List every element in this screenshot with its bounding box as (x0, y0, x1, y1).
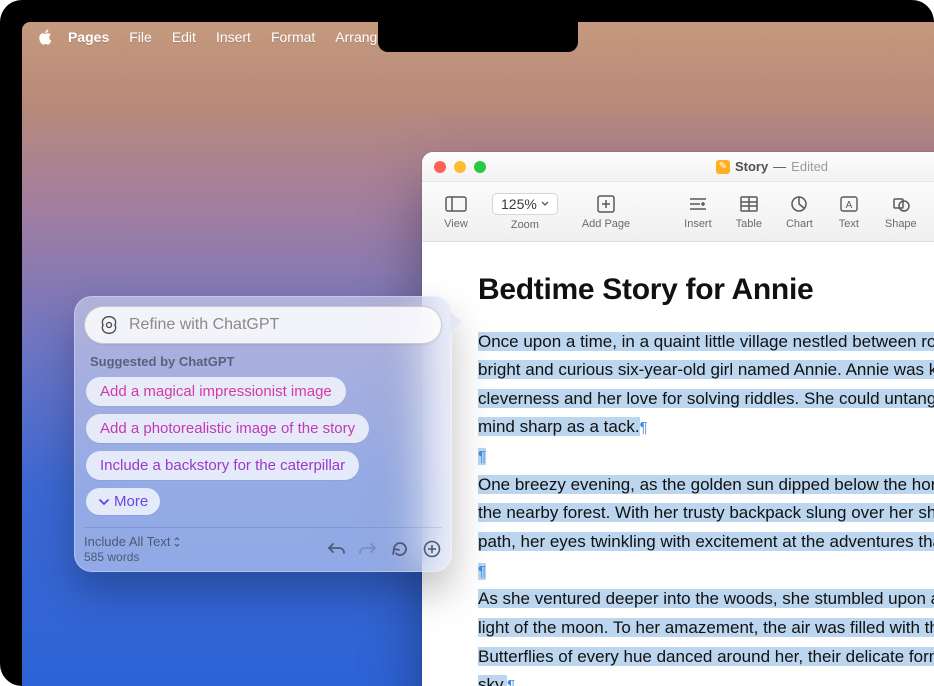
desktop: Pages File Edit Insert Format Arrange Vi… (22, 22, 934, 686)
menu-edit[interactable]: Edit (162, 29, 206, 45)
plus-square-icon (594, 194, 618, 214)
edited-status: Edited (791, 159, 828, 174)
para-text: As she ventured deeper into the woods, s… (478, 589, 934, 608)
toolbar-zoom[interactable]: 125% Zoom (480, 193, 570, 231)
undo-button[interactable] (326, 539, 346, 559)
pilcrow-icon: ¶ (478, 563, 486, 580)
updown-icon (173, 537, 181, 547)
para-text: cleverness and her love for solving ridd… (478, 389, 934, 408)
sidebar-icon (444, 194, 468, 214)
chart-icon (787, 194, 811, 214)
menu-insert[interactable]: Insert (206, 29, 261, 45)
more-label: More (114, 493, 148, 510)
notch (378, 22, 578, 52)
shape-icon (889, 194, 913, 214)
chatgpt-icon (99, 315, 119, 335)
panel-footer: Include All Text 585 words (84, 527, 442, 564)
device-frame: Pages File Edit Insert Format Arrange Vi… (0, 0, 934, 686)
chatgpt-panel: Refine with ChatGPT Suggested by ChatGPT… (74, 296, 452, 572)
toolbar-shape-label: Shape (885, 218, 917, 230)
para-text: mind sharp as a tack. (478, 417, 640, 436)
refine-placeholder: Refine with ChatGPT (129, 316, 279, 334)
text-icon: A (837, 194, 861, 214)
document-title-text: Story (735, 159, 768, 174)
para-text: light of the moon. To her amazement, the… (478, 618, 934, 637)
toolbar-view[interactable]: View (432, 194, 480, 230)
toolbar-insert[interactable]: Insert (672, 194, 724, 230)
add-button[interactable] (422, 539, 442, 559)
zoom-value[interactable]: 125% (492, 193, 558, 215)
table-icon (737, 194, 761, 214)
doc-heading: Bedtime Story for Annie (478, 268, 934, 312)
insert-icon (686, 194, 710, 214)
para-text: sky. (478, 675, 507, 686)
panel-pointer (450, 312, 462, 332)
scope-selector[interactable]: Include All Text (84, 534, 181, 549)
toolbar-table[interactable]: Table (724, 194, 774, 230)
toolbar-insert-label: Insert (684, 218, 712, 230)
titlebar[interactable]: ✎ Story — Edited (422, 152, 934, 182)
toolbar-addpage[interactable]: Add Page (570, 194, 642, 230)
title-separator: — (773, 159, 786, 174)
toolbar-chart-label: Chart (786, 218, 813, 230)
suggestion-list: Add a magical impressionist image Add a … (84, 377, 442, 515)
word-count: 585 words (84, 550, 181, 564)
para-text: bright and curious six-year-old girl nam… (478, 360, 934, 379)
suggested-label: Suggested by ChatGPT (90, 354, 440, 369)
more-chip[interactable]: More (86, 488, 160, 515)
pilcrow-icon: ¶ (507, 677, 515, 686)
toolbar-text-label: Text (839, 218, 859, 230)
toolbar-shape[interactable]: Shape (873, 194, 929, 230)
suggestion-chip[interactable]: Add a magical impressionist image (86, 377, 346, 406)
chevron-down-icon (98, 496, 110, 508)
para-text: Butterflies of every hue danced around h… (478, 647, 934, 666)
pages-window: ✎ Story — Edited View 125% (422, 152, 934, 686)
toolbar-zoom-label: Zoom (511, 219, 539, 231)
toolbar: View 125% Zoom Add Page (422, 182, 934, 242)
document-body[interactable]: Bedtime Story for Annie Once upon a time… (422, 242, 934, 686)
suggestion-chip[interactable]: Add a photorealistic image of the story (86, 414, 369, 443)
para-text: Once upon a time, in a quaint little vil… (478, 332, 934, 351)
toolbar-view-label: View (444, 218, 468, 230)
chevron-down-icon (541, 200, 549, 208)
para-text: One breezy evening, as the golden sun di… (478, 475, 934, 494)
pilcrow-icon: ¶ (478, 448, 486, 465)
menu-app[interactable]: Pages (68, 29, 119, 45)
document-icon: ✎ (716, 160, 730, 174)
redo-button[interactable] (358, 539, 378, 559)
toolbar-text[interactable]: A Text (825, 194, 873, 230)
toolbar-more[interactable]: M (929, 194, 934, 230)
regenerate-button[interactable] (390, 539, 410, 559)
apple-menu[interactable] (38, 29, 54, 45)
para-text: the nearby forest. With her trusty backp… (478, 503, 934, 522)
toolbar-chart[interactable]: Chart (774, 194, 825, 230)
window-title: ✎ Story — Edited (422, 159, 934, 174)
suggestion-chip[interactable]: Include a backstory for the caterpillar (86, 451, 359, 480)
refine-input[interactable]: Refine with ChatGPT (84, 306, 442, 344)
menu-file[interactable]: File (119, 29, 162, 45)
svg-text:A: A (846, 200, 853, 211)
para-text: path, her eyes twinkling with excitement… (478, 532, 934, 551)
menu-format[interactable]: Format (261, 29, 325, 45)
toolbar-table-label: Table (736, 218, 762, 230)
toolbar-addpage-label: Add Page (582, 218, 630, 230)
pilcrow-icon: ¶ (640, 419, 648, 436)
